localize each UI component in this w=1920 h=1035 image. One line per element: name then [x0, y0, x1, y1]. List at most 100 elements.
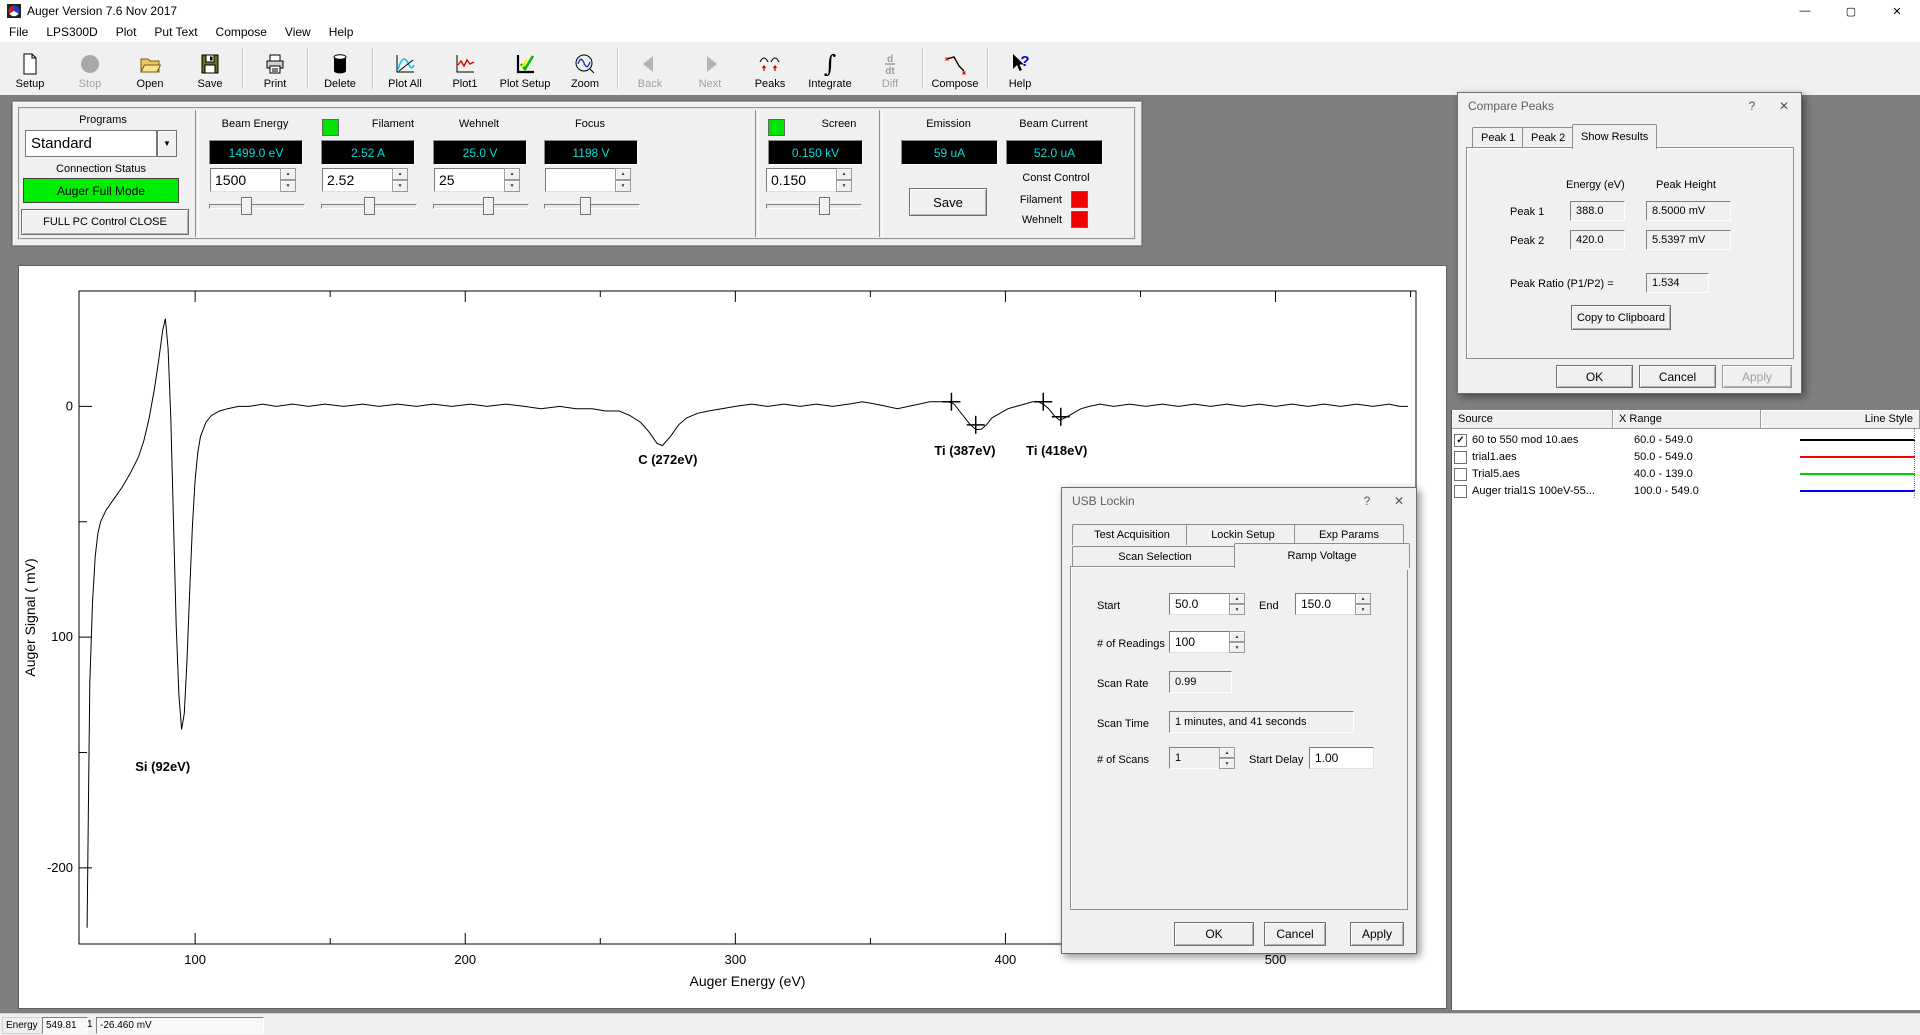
toolbar-button-integrate[interactable]: ∫ Integrate [800, 42, 860, 95]
menu-lps300d[interactable]: LPS300D [37, 23, 106, 41]
wehnelt-slider[interactable] [433, 196, 529, 214]
toolbar-button-help[interactable]: ? Help [990, 42, 1050, 95]
sources-scrollbar[interactable] [1914, 428, 1920, 498]
close-icon[interactable]: ✕ [1769, 93, 1799, 119]
source-list-item[interactable]: Trial5.aes 40.0 - 139.0 [1454, 466, 1915, 482]
screen-slider[interactable] [766, 196, 862, 214]
close-icon[interactable]: ✕ [1384, 488, 1414, 514]
toolbar-button-peaks[interactable]: Peaks [740, 42, 800, 95]
programs-dropdown[interactable]: Standard ▼ [25, 130, 177, 157]
spin-up-icon[interactable] [280, 168, 296, 180]
readings-spinner[interactable] [1229, 631, 1245, 653]
readings-input[interactable]: 100 [1169, 631, 1232, 653]
spin-up-icon[interactable] [836, 168, 852, 180]
wehnelt-spinner[interactable] [504, 168, 520, 192]
toolbar-button-delete[interactable]: Delete [310, 42, 370, 95]
toolbar-button-compose[interactable]: Compose [925, 42, 985, 95]
toolbar-button-plot1[interactable]: Plot1 [435, 42, 495, 95]
toolbar-button-plot-setup[interactable]: Plot Setup [495, 42, 555, 95]
dialog-help-icon[interactable]: ? [1352, 488, 1382, 514]
beam-energy-spinner[interactable] [280, 168, 296, 192]
spin-up-icon[interactable] [615, 168, 631, 180]
menu-file[interactable]: File [0, 23, 37, 41]
slider-thumb[interactable] [241, 197, 252, 215]
spin-down-icon[interactable] [1355, 604, 1371, 615]
maximize-button[interactable]: ▢ [1828, 0, 1874, 22]
minimize-button[interactable]: — [1782, 0, 1828, 22]
spin-down-icon[interactable] [392, 180, 408, 192]
spin-down-icon[interactable] [1229, 642, 1245, 653]
toolbar-button-plot-all[interactable]: Plot All [375, 42, 435, 95]
menu-help[interactable]: Help [320, 23, 363, 41]
spin-up-icon[interactable] [1219, 747, 1235, 758]
source-checkbox[interactable]: ✓ [1454, 434, 1467, 447]
peak-ratio-field[interactable]: 1.534 [1646, 273, 1709, 293]
spin-up-icon[interactable] [392, 168, 408, 180]
beam-energy-slider[interactable] [209, 196, 305, 214]
focus-input[interactable] [545, 168, 619, 192]
spin-down-icon[interactable] [1219, 758, 1235, 769]
spin-down-icon[interactable] [1229, 604, 1245, 615]
cancel-button[interactable]: Cancel [1264, 922, 1326, 946]
source-checkbox[interactable] [1454, 451, 1467, 464]
toolbar-button-open[interactable]: Open [120, 42, 180, 95]
dialog-help-icon[interactable]: ? [1737, 93, 1767, 119]
x-range-column-header[interactable]: X Range [1613, 410, 1761, 428]
tab-scan-selection[interactable]: Scan Selection [1072, 546, 1238, 567]
tab-lockin-setup[interactable]: Lockin Setup [1186, 524, 1300, 545]
spin-down-icon[interactable] [836, 180, 852, 192]
start-spinner[interactable] [1229, 593, 1245, 615]
source-checkbox[interactable] [1454, 485, 1467, 498]
menu-plot[interactable]: Plot [107, 23, 146, 41]
screen-spinner[interactable] [836, 168, 852, 192]
spin-up-icon[interactable] [1229, 631, 1245, 642]
full-pc-control-close-button[interactable]: FULL PC Control CLOSE [21, 209, 189, 235]
tab-exp-params[interactable]: Exp Params [1294, 524, 1404, 545]
peak2-height-field[interactable]: 5.5397 mV [1646, 230, 1731, 250]
wehnelt-input[interactable]: 25 [434, 168, 508, 192]
chevron-down-icon[interactable]: ▼ [157, 130, 177, 157]
focus-slider[interactable] [544, 196, 640, 214]
end-input[interactable]: 150.0 [1295, 593, 1358, 615]
source-checkbox[interactable] [1454, 468, 1467, 481]
slider-thumb[interactable] [364, 197, 375, 215]
toolbar-button-back[interactable]: Back [620, 42, 680, 95]
source-list-item[interactable]: ✓ 60 to 550 mod 10.aes 60.0 - 549.0 [1454, 432, 1915, 448]
emission-save-button[interactable]: Save [909, 188, 987, 216]
toolbar-button-setup[interactable]: Setup [0, 42, 60, 95]
toolbar-button-print[interactable]: Print [245, 42, 305, 95]
source-list-item[interactable]: Auger trial1S 100eV-55... 100.0 - 549.0 [1454, 483, 1915, 499]
menu-put-text[interactable]: Put Text [145, 23, 206, 41]
slider-thumb[interactable] [580, 197, 591, 215]
apply-button[interactable]: Apply [1722, 365, 1792, 388]
spin-down-icon[interactable] [504, 180, 520, 192]
peak2-energy-field[interactable]: 420.0 [1570, 230, 1625, 250]
screen-input[interactable]: 0.150 [766, 168, 840, 192]
toolbar-button-next[interactable]: Next [680, 42, 740, 95]
ok-button[interactable]: OK [1174, 922, 1254, 946]
spin-down-icon[interactable] [615, 180, 631, 192]
beam-energy-input[interactable]: 1500 [210, 168, 284, 192]
start-input[interactable]: 50.0 [1169, 593, 1232, 615]
tab-peak-2[interactable]: Peak 2 [1522, 127, 1574, 148]
source-list-item[interactable]: trial1.aes 50.0 - 549.0 [1454, 449, 1915, 465]
menu-view[interactable]: View [276, 23, 320, 41]
cancel-button[interactable]: Cancel [1639, 365, 1716, 388]
menu-compose[interactable]: Compose [207, 23, 276, 41]
filament-slider[interactable] [321, 196, 417, 214]
source-column-header[interactable]: Source [1452, 410, 1613, 428]
filament-input[interactable]: 2.52 [322, 168, 396, 192]
filament-spinner[interactable] [392, 168, 408, 192]
end-spinner[interactable] [1355, 593, 1371, 615]
spin-up-icon[interactable] [1355, 593, 1371, 604]
close-button[interactable]: ✕ [1874, 0, 1920, 22]
toolbar-button-diff[interactable]: ddt Diff [860, 42, 920, 95]
start-delay-input[interactable]: 1.00 [1309, 747, 1374, 769]
ok-button[interactable]: OK [1556, 365, 1633, 388]
spin-up-icon[interactable] [504, 168, 520, 180]
line-style-column-header[interactable]: Line Style [1761, 410, 1920, 428]
toolbar-button-zoom[interactable]: Zoom [555, 42, 615, 95]
slider-thumb[interactable] [483, 197, 494, 215]
toolbar-button-stop[interactable]: Stop [60, 42, 120, 95]
peak1-energy-field[interactable]: 388.0 [1570, 201, 1625, 221]
